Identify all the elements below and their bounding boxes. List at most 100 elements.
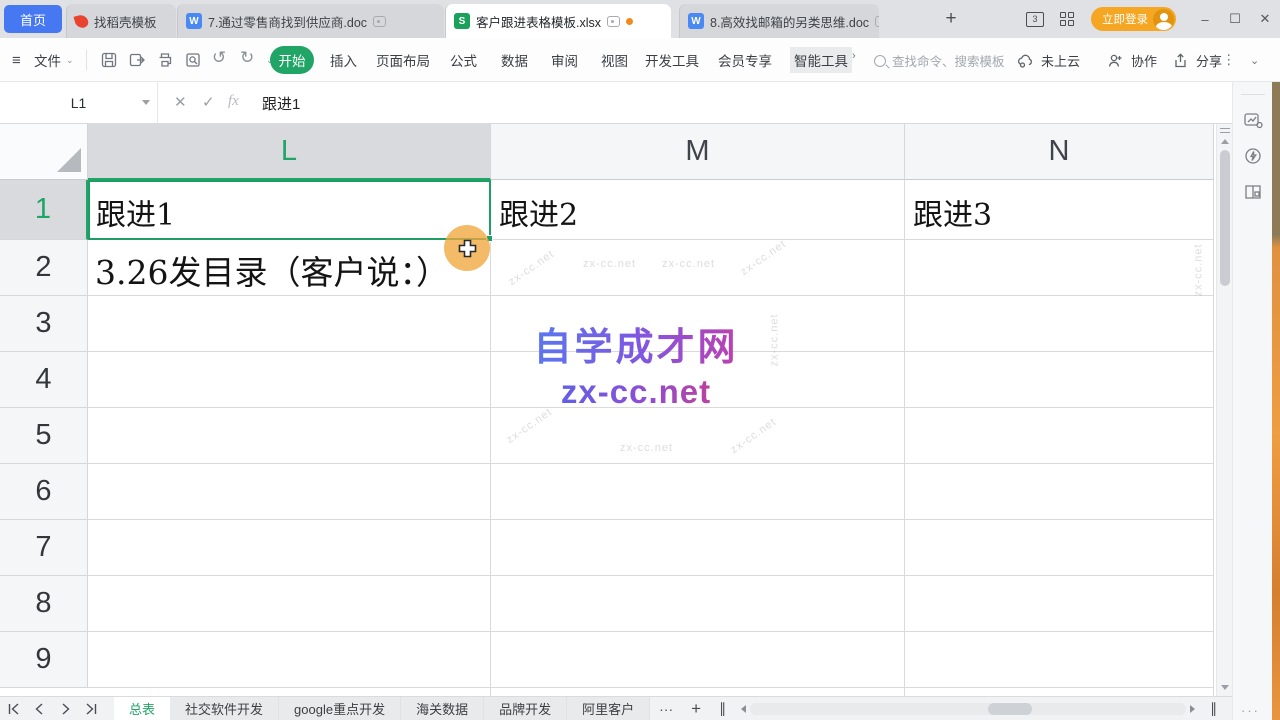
- vertical-scrollbar[interactable]: [1216, 124, 1232, 696]
- ribbon-tab-insert[interactable]: 插入: [330, 50, 357, 70]
- apps-grid-icon[interactable]: [1060, 12, 1075, 27]
- ribbon-tab-page-layout[interactable]: 页面布局: [376, 50, 430, 70]
- ribbon-tab-home[interactable]: 开始: [270, 46, 314, 74]
- row-header-4[interactable]: 4: [0, 352, 88, 408]
- column-header-L[interactable]: L: [88, 124, 491, 180]
- ribbon-tab-developer[interactable]: 开发工具: [645, 50, 699, 70]
- prev-sheet-icon[interactable]: [26, 697, 52, 720]
- command-search-input[interactable]: 查找命令、搜索模板: [874, 51, 1005, 70]
- gridline: [88, 239, 1214, 240]
- sidebar-more-icon[interactable]: ···: [1241, 703, 1260, 718]
- smart-idea-icon[interactable]: [1243, 146, 1263, 166]
- tab-doc-email[interactable]: W 8.高效找邮箱的另类思维.doc: [679, 4, 879, 38]
- login-button[interactable]: 立即登录: [1091, 7, 1176, 31]
- tab-docer-template[interactable]: 找稻壳模板: [66, 4, 176, 38]
- scroll-down-icon[interactable]: [1221, 685, 1229, 690]
- row-header-3[interactable]: 3: [0, 296, 88, 352]
- vertical-scrollbar-thumb[interactable]: [1220, 150, 1230, 286]
- column-header-M[interactable]: M: [491, 124, 905, 180]
- sheet-tab-google[interactable]: google重点开发: [279, 697, 401, 720]
- ribbon-tab-review[interactable]: 审阅: [551, 50, 578, 70]
- tab-xlsx-active[interactable]: S 客户跟进表格模板.xlsx: [445, 4, 671, 38]
- print-icon[interactable]: [156, 51, 174, 69]
- horizontal-scrollbar[interactable]: [750, 703, 1186, 715]
- export-icon[interactable]: [128, 51, 146, 69]
- reading-book-icon[interactable]: [1243, 182, 1263, 202]
- beautify-chart-icon[interactable]: [1243, 110, 1263, 130]
- sheet-tab-social[interactable]: 社交软件开发: [170, 697, 279, 720]
- row-header-9[interactable]: 9: [0, 632, 88, 688]
- redo-icon[interactable]: ↻: [240, 48, 254, 68]
- new-tab-button[interactable]: +: [938, 6, 964, 32]
- maximize-button[interactable]: ☐: [1220, 0, 1250, 38]
- split-handle-icon[interactable]: [1220, 128, 1230, 133]
- titlebar-right-controls: 3 立即登录 – ☐ ✕: [1026, 0, 1280, 38]
- tab-label: 7.通过零售商找到供应商.doc: [208, 12, 367, 31]
- gridline: [490, 180, 491, 696]
- gridline: [904, 180, 905, 696]
- divider: [86, 50, 87, 70]
- sheet-list-more-icon[interactable]: ···: [650, 697, 682, 720]
- row-header-5[interactable]: 5: [0, 408, 88, 464]
- gridline: [88, 407, 1214, 408]
- cell-L2[interactable]: 3.26发目录（客户说：）: [95, 246, 449, 294]
- tab-splitter-icon[interactable]: ∥: [1201, 697, 1226, 720]
- ribbon-tab-smart-tools[interactable]: 智能工具: [790, 47, 852, 73]
- insert-function-icon[interactable]: fx: [228, 93, 239, 110]
- ad-banner-strip[interactable]: [1272, 82, 1280, 720]
- ribbon-overflow-arrow[interactable]: ›: [852, 50, 856, 62]
- add-sheet-icon[interactable]: +: [682, 697, 710, 720]
- formula-enter-icon[interactable]: ✓: [202, 93, 215, 111]
- minimize-button[interactable]: –: [1190, 0, 1220, 38]
- ribbon-tab-view[interactable]: 视图: [601, 50, 628, 70]
- file-menu[interactable]: 文件: [34, 38, 61, 82]
- row-header-2[interactable]: 2: [0, 240, 88, 296]
- share-button[interactable]: 分享: [1172, 38, 1222, 82]
- row-header-8[interactable]: 8: [0, 576, 88, 632]
- formula-input[interactable]: 跟进1: [262, 93, 300, 114]
- file-caret-icon[interactable]: ⌄: [66, 38, 74, 82]
- tab-splitter-icon[interactable]: ∥: [710, 697, 735, 720]
- wps-spreadsheet-window: 首页 找稻壳模板 W 7.通过零售商找到供应商.doc S 客户跟进表格模板.x…: [0, 0, 1280, 720]
- hamburger-icon[interactable]: ≡: [12, 38, 21, 82]
- next-sheet-icon[interactable]: [52, 697, 78, 720]
- close-button[interactable]: ✕: [1250, 0, 1280, 38]
- save-icon[interactable]: [100, 51, 118, 69]
- more-options-icon[interactable]: ⋮: [1222, 38, 1236, 82]
- row-header-1[interactable]: 1: [0, 180, 88, 240]
- collapse-ribbon-icon[interactable]: ⌄: [1250, 38, 1259, 82]
- cell-M1[interactable]: 跟进2: [499, 190, 578, 234]
- name-box-caret-icon[interactable]: [142, 100, 150, 105]
- cell-N1[interactable]: 跟进3: [913, 190, 992, 234]
- ribbon-tab-member[interactable]: 会员专享: [718, 50, 772, 70]
- cell-L1[interactable]: 跟进1: [96, 190, 175, 234]
- horizontal-scrollbar-thumb[interactable]: [988, 703, 1032, 715]
- first-sheet-icon[interactable]: [0, 697, 26, 720]
- formula-cancel-icon[interactable]: ✕: [174, 93, 187, 111]
- window-manage-icon[interactable]: 3: [1026, 12, 1044, 27]
- sheet-tab-customs[interactable]: 海关数据: [401, 697, 484, 720]
- cell-name-box[interactable]: L1: [0, 82, 158, 123]
- collaborate-button[interactable]: 协作: [1107, 38, 1157, 82]
- tab-label: 找稻壳模板: [94, 12, 157, 31]
- cloud-status-button[interactable]: 未上云: [1017, 38, 1080, 82]
- faint-watermark: zx-cc.net: [504, 406, 554, 446]
- ribbon-tab-formulas[interactable]: 公式: [450, 50, 477, 70]
- print-preview-icon[interactable]: [184, 51, 202, 69]
- row-header-6[interactable]: 6: [0, 464, 88, 520]
- row-header-7[interactable]: 7: [0, 520, 88, 576]
- last-sheet-icon[interactable]: [78, 697, 104, 720]
- sheet-tab-brand[interactable]: 品牌开发: [484, 697, 567, 720]
- column-header-N[interactable]: N: [905, 124, 1214, 180]
- hscroll-right-icon[interactable]: [1190, 705, 1195, 713]
- home-button[interactable]: 首页: [4, 5, 62, 33]
- tab-badge-icon: [373, 16, 386, 27]
- select-all-corner[interactable]: [0, 124, 88, 180]
- scroll-up-icon[interactable]: [1221, 139, 1229, 144]
- ribbon-tab-data[interactable]: 数据: [501, 50, 528, 70]
- sheet-tab-summary[interactable]: 总表: [114, 697, 170, 720]
- undo-icon[interactable]: ↺: [212, 48, 226, 68]
- sheet-tab-alibaba[interactable]: 阿里客户: [567, 697, 650, 720]
- hscroll-left-icon[interactable]: [741, 705, 746, 713]
- tab-doc-supplier[interactable]: W 7.通过零售商找到供应商.doc: [177, 4, 444, 38]
